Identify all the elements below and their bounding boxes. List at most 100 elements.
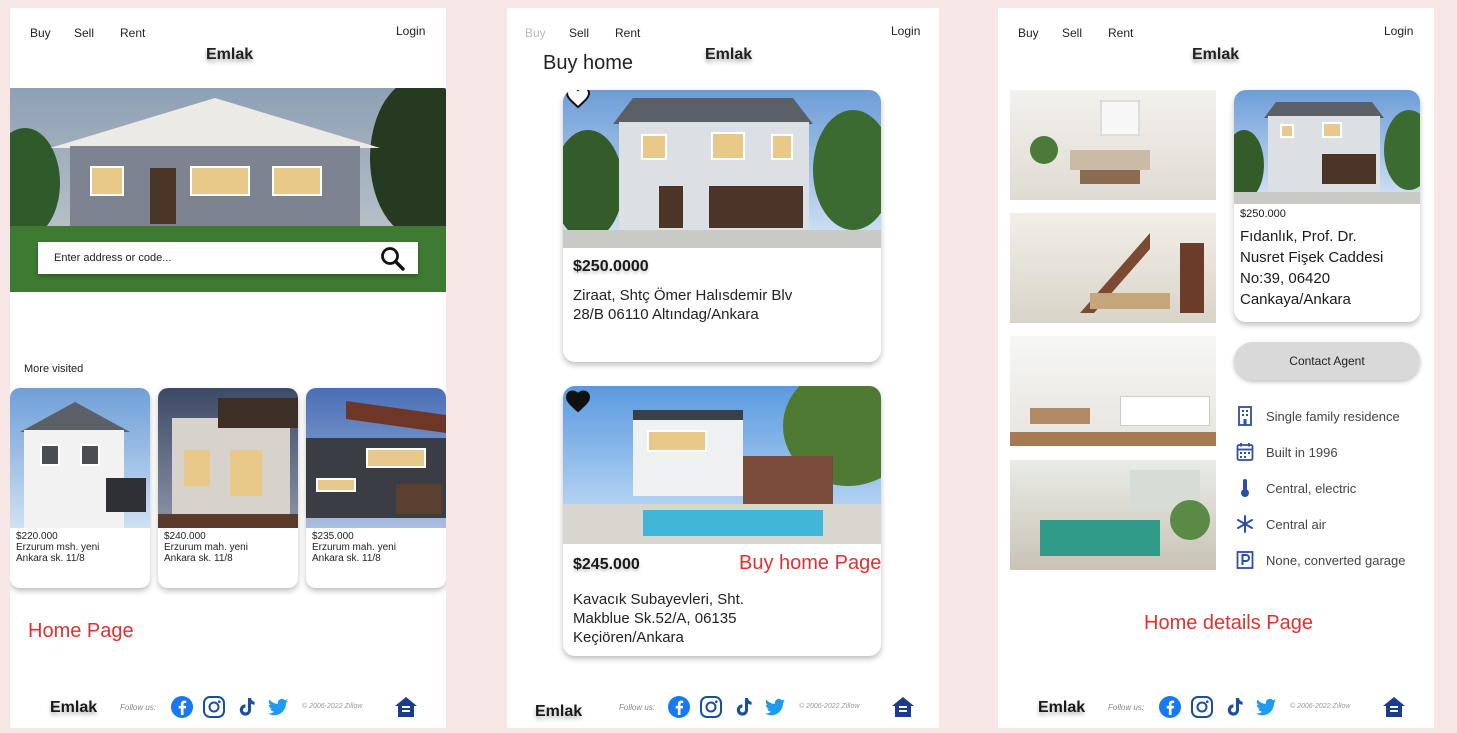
card-info: $220.000 Erzurum msh. yeni Ankara sk. 11…: [16, 531, 99, 564]
favorite-heart-icon[interactable]: [565, 90, 591, 110]
feature-text: Central air: [1266, 517, 1326, 532]
listing-card[interactable]: $245.000 Kavacık Subayevleri, Sht. Makbl…: [563, 386, 881, 656]
feature-text: Built in 1996: [1266, 445, 1338, 460]
feature-text: Single family residence: [1266, 409, 1400, 424]
listing-card[interactable]: $235.000 Erzurum mah. yeni Ankara sk. 11…: [306, 388, 446, 588]
footer: Emlak Follow us: © 2006-2022 Zillow: [10, 691, 446, 721]
brand-logo[interactable]: Emlak: [206, 46, 253, 64]
house-photo: [10, 388, 150, 528]
listing-card[interactable]: $220.000 Erzurum msh. yeni Ankara sk. 11…: [10, 388, 150, 588]
brand-logo[interactable]: Emlak: [1192, 46, 1239, 64]
footer-brand[interactable]: Emlak: [50, 699, 97, 717]
footer: Emlak Follow us: © 2006-2022 Zillow: [507, 691, 939, 721]
parking-icon: [1236, 551, 1254, 569]
card-price: $240.000: [164, 531, 206, 542]
nav-sell[interactable]: Sell: [1062, 26, 1082, 40]
follow-label: Follow us:: [1108, 703, 1145, 712]
photo-living-room[interactable]: [1010, 90, 1216, 200]
address-line2: 28/B 06110 Altındag/Ankara: [573, 306, 759, 323]
feature-text: Central, electric: [1266, 481, 1357, 496]
address-line3: Keçiören/Ankara: [573, 629, 684, 646]
nav-buy[interactable]: Buy: [1018, 26, 1039, 40]
login-link[interactable]: Login: [396, 24, 425, 38]
card-info: $240.000 Erzurum mah. yeni Ankara sk. 11…: [164, 531, 248, 564]
facebook-icon[interactable]: [170, 695, 194, 719]
instagram-icon[interactable]: [1190, 695, 1214, 719]
house-photo: [158, 388, 298, 528]
card-address-line2: Ankara sk. 11/8: [312, 553, 381, 564]
facebook-icon[interactable]: [1158, 695, 1182, 719]
search-bar: [38, 242, 418, 274]
card-address-line2: Ankara sk. 11/8: [16, 553, 85, 564]
thermometer-icon: [1241, 479, 1249, 497]
copyright: © 2006-2022 Zillow: [1290, 703, 1351, 710]
twitter-icon[interactable]: [763, 695, 787, 719]
nav-sell[interactable]: Sell: [569, 26, 589, 40]
nav-buy[interactable]: Buy: [30, 26, 51, 40]
footer-brand[interactable]: Emlak: [535, 703, 582, 721]
copyright: © 2006-2022 Zillow: [302, 703, 363, 710]
calendar-icon: [1236, 443, 1254, 461]
photo-staircase[interactable]: [1010, 213, 1216, 323]
facebook-icon[interactable]: [667, 695, 691, 719]
snowflake-icon: [1237, 515, 1253, 533]
nav-sell[interactable]: Sell: [74, 26, 94, 40]
address-line2: Makblue Sk.52/A, 06135: [573, 610, 737, 627]
photo-bedroom[interactable]: [1010, 460, 1216, 570]
building-icon: [1238, 406, 1252, 426]
page-title: Buy home: [543, 52, 634, 74]
nav-rent[interactable]: Rent: [120, 26, 145, 40]
tiktok-icon[interactable]: [1222, 695, 1246, 719]
address-line3: No:39, 06420: [1240, 270, 1331, 287]
listing-card[interactable]: $240.000 Erzurum mah. yeni Ankara sk. 11…: [158, 388, 298, 588]
nav-buy[interactable]: Buy: [525, 26, 546, 40]
address-line2: Nusret Fişek Caddesi: [1240, 249, 1384, 266]
tiktok-icon[interactable]: [731, 695, 755, 719]
twitter-icon[interactable]: [266, 695, 290, 719]
nav-rent[interactable]: Rent: [615, 26, 640, 40]
listing-address: Kavacık Subayevleri, Sht. Makblue Sk.52/…: [573, 590, 744, 647]
photo-kitchen[interactable]: [1010, 336, 1216, 446]
page-caption: Buy home Page: [739, 552, 882, 574]
copyright: © 2006-2022 Zillow: [799, 703, 860, 710]
instagram-icon[interactable]: [202, 695, 226, 719]
login-link[interactable]: Login: [891, 24, 920, 38]
follow-label: Follow us:: [120, 703, 157, 712]
house-photo: [306, 388, 446, 528]
listing-address: Ziraat, Shtç Ömer Halısdemir Blv 28/B 06…: [573, 286, 792, 324]
equal-housing-icon: [1383, 697, 1405, 717]
page-caption: Home Page: [28, 620, 134, 642]
search-input[interactable]: [38, 242, 358, 274]
login-link[interactable]: Login: [1384, 24, 1413, 38]
tiktok-icon[interactable]: [234, 695, 258, 719]
card-info: $235.000 Erzurum mah. yeni Ankara sk. 11…: [312, 531, 396, 564]
footer-brand[interactable]: Emlak: [1038, 699, 1085, 717]
home-details-screen: Buy Sell Rent Login Emlak $250.000 Fıdan…: [998, 8, 1434, 728]
house-photo: [563, 386, 881, 544]
listing-price: $245.000: [573, 556, 640, 573]
house-photo: [563, 90, 881, 248]
nav-rent[interactable]: Rent: [1108, 26, 1133, 40]
buy-home-screen: Buy Sell Rent Login Emlak Buy home $250.…: [507, 8, 939, 728]
card-price: $220.000: [16, 531, 58, 542]
page-caption: Home details Page: [1144, 612, 1313, 634]
card-address-line2: Ankara sk. 11/8: [164, 553, 233, 564]
favorite-heart-filled-icon[interactable]: [565, 390, 591, 414]
detail-address: Fıdanlık, Prof. Dr. Nusret Fişek Caddesi…: [1240, 226, 1383, 310]
address-line1: Fıdanlık, Prof. Dr.: [1240, 228, 1357, 245]
equal-housing-icon: [892, 697, 914, 717]
search-icon[interactable]: [380, 246, 406, 272]
twitter-icon[interactable]: [1254, 695, 1278, 719]
feature-text: None, converted garage: [1266, 553, 1406, 568]
listing-price: $250.0000: [573, 258, 649, 275]
instagram-icon[interactable]: [699, 695, 723, 719]
listing-card[interactable]: $250.0000 Ziraat, Shtç Ömer Halısdemir B…: [563, 90, 881, 362]
home-page-screen: Buy Sell Rent Login Emlak More visited: [10, 8, 446, 728]
contact-agent-button[interactable]: Contact Agent: [1234, 342, 1420, 380]
address-line1: Kavacık Subayevleri, Sht.: [573, 591, 744, 608]
address-line1: Ziraat, Shtç Ömer Halısdemir Blv: [573, 287, 793, 304]
brand-logo[interactable]: Emlak: [705, 46, 752, 64]
address-line4: Cankaya/Ankara: [1240, 291, 1351, 308]
follow-label: Follow us:: [619, 703, 656, 712]
house-photo: [1234, 90, 1420, 204]
